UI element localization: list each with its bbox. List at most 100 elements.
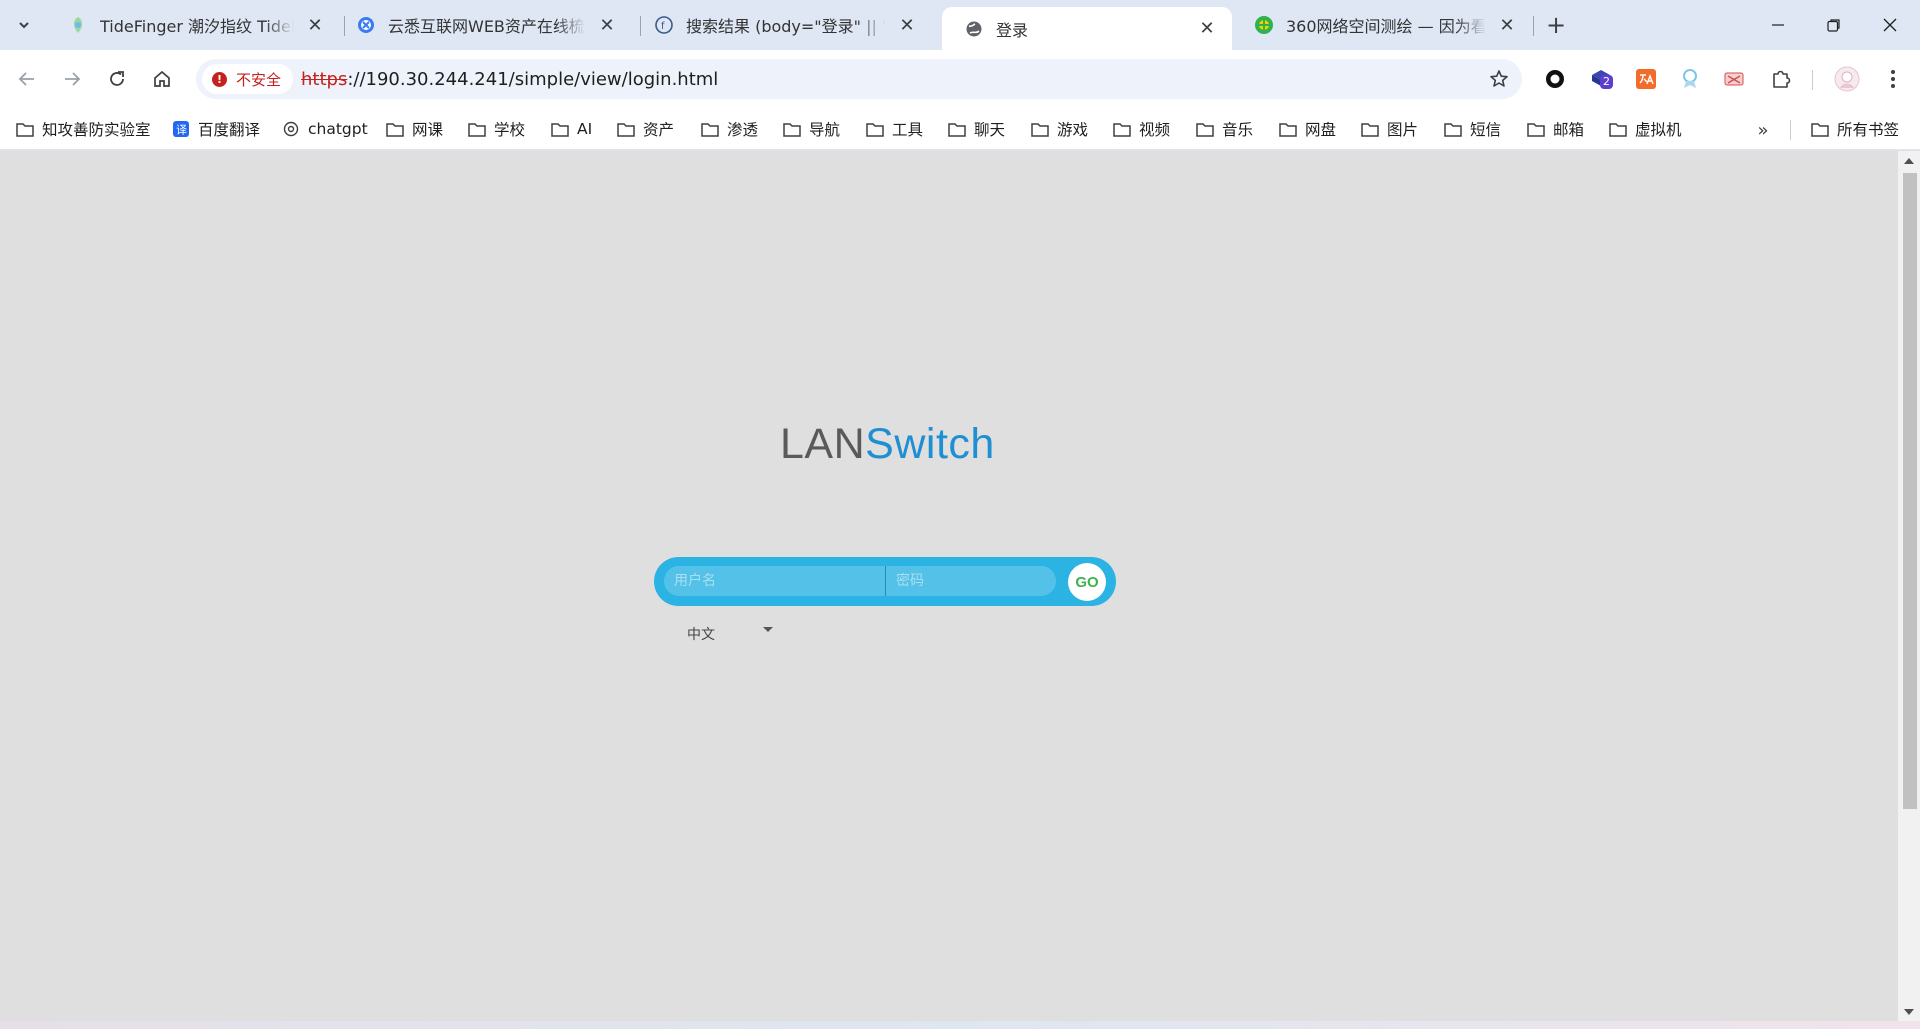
- folder-icon: [1609, 121, 1627, 137]
- bookmark-label: 聊天: [974, 121, 1006, 139]
- address-bar[interactable]: ! 不安全 https://190.30.244.241/simple/view…: [196, 59, 1522, 99]
- tidefinger-icon: [68, 15, 88, 35]
- bookmark-item[interactable]: 图片: [1361, 116, 1418, 142]
- username-input[interactable]: [664, 566, 884, 596]
- bookmark-label: 资产: [643, 121, 675, 139]
- bookmark-item[interactable]: 视频: [1113, 116, 1170, 142]
- tab-separator: [1533, 16, 1534, 36]
- bookmark-label: AI: [577, 120, 593, 138]
- all-bookmarks-label: 所有书签: [1837, 121, 1900, 139]
- password-input[interactable]: [885, 566, 1055, 596]
- arrow-right-icon: [65, 72, 81, 86]
- puzzle-icon: [1773, 70, 1791, 88]
- bookmark-item[interactable]: 音乐: [1196, 116, 1253, 142]
- scroll-down-arrow[interactable]: [1904, 1009, 1914, 1015]
- yunxi-icon: [356, 15, 376, 35]
- url-text[interactable]: https://190.30.244.241/simple/view/login…: [301, 69, 718, 90]
- bookmark-item[interactable]: 游戏: [1031, 116, 1088, 142]
- bookmark-item[interactable]: 网课: [386, 116, 443, 142]
- login-form: GO: [654, 557, 1116, 606]
- folder-icon: [1361, 121, 1379, 137]
- window-close-button[interactable]: [1862, 0, 1918, 50]
- bookmark-item[interactable]: 工具: [866, 116, 923, 142]
- forward-button[interactable]: [55, 62, 89, 96]
- back-button[interactable]: [10, 62, 44, 96]
- close-icon[interactable]: ✕: [896, 14, 918, 36]
- scroll-up-arrow[interactable]: [1904, 158, 1914, 164]
- minimize-button[interactable]: [1750, 0, 1806, 50]
- bookmark-item[interactable]: 邮箱: [1527, 116, 1584, 142]
- bookmark-item[interactable]: AI: [551, 116, 592, 142]
- bookmarks-separator: [1790, 120, 1791, 140]
- bookmark-label: 视频: [1139, 121, 1171, 139]
- bookmark-item[interactable]: chatgpt: [282, 116, 368, 142]
- tab-title: 登录: [996, 20, 1029, 40]
- folder-icon: [1444, 121, 1462, 137]
- bookmark-item[interactable]: 虚拟机: [1609, 116, 1682, 142]
- extensions-menu-button[interactable]: [1767, 65, 1795, 93]
- bookmark-item[interactable]: 资产: [617, 116, 674, 142]
- home-icon: [154, 70, 170, 87]
- translate-extension-icon: [1636, 69, 1656, 89]
- scroll-thumb[interactable]: [1903, 173, 1917, 809]
- bookmark-item[interactable]: 网盘: [1279, 116, 1336, 142]
- extension-ribbon-button[interactable]: [1676, 65, 1704, 93]
- tab-yunxi[interactable]: 云悉互联网WEB资产在线梳理| ✕: [334, 7, 632, 43]
- bookmark-item[interactable]: 短信: [1444, 116, 1501, 142]
- go-button[interactable]: GO: [1068, 563, 1106, 601]
- security-chip[interactable]: ! 不安全: [202, 64, 294, 94]
- bookmark-item[interactable]: 学校: [468, 116, 525, 142]
- bookmarks-overflow-button[interactable]: »: [1751, 118, 1775, 142]
- extension-badge: 2: [1600, 75, 1613, 89]
- bookmark-item[interactable]: 译百度翻译: [172, 116, 260, 142]
- language-select[interactable]: 中文: [687, 622, 777, 646]
- bookmark-label: 音乐: [1222, 121, 1254, 139]
- tab-search-button[interactable]: [8, 10, 40, 40]
- close-icon[interactable]: ✕: [1196, 18, 1218, 40]
- tab-title: 云悉互联网WEB资产在线梳理|: [388, 17, 586, 36]
- extension-mail-button[interactable]: [1720, 65, 1748, 93]
- url-scheme: https: [301, 69, 348, 90]
- extension-circle-button[interactable]: [1541, 65, 1569, 93]
- tab-360[interactable]: 360网络空间测绘 — 因为看见 ✕: [1232, 7, 1532, 43]
- bookmark-label: 学校: [494, 121, 526, 139]
- ribbon-extension-icon: [1683, 69, 1697, 88]
- folder-icon: [1113, 121, 1131, 137]
- folder-icon: [783, 121, 801, 137]
- home-button[interactable]: [145, 62, 179, 96]
- tab-strip: TideFinger 潮汐指纹 TideFinger ✕ 云悉互联网WEB资产在…: [0, 0, 1920, 50]
- browser-menu-button[interactable]: [1879, 65, 1907, 93]
- bookmark-label: 邮箱: [1553, 121, 1585, 139]
- folder-icon: [551, 121, 569, 137]
- lanswitch-logo: LANSwitch: [780, 420, 995, 469]
- bookmark-label: 渗透: [727, 121, 759, 139]
- chevron-down-icon: [19, 22, 29, 29]
- tab-fofa-search[interactable]: f 搜索结果 (body="登录" || "log ✕: [632, 7, 932, 43]
- profile-button[interactable]: [1833, 65, 1861, 93]
- page-scrollbar[interactable]: [1898, 151, 1920, 1021]
- bookmark-label: 网课: [412, 121, 444, 139]
- extension-translate-button[interactable]: [1632, 65, 1660, 93]
- bookmark-star-button[interactable]: [1486, 66, 1512, 92]
- close-icon[interactable]: ✕: [304, 14, 326, 36]
- globe-icon: [964, 19, 984, 39]
- extension-badge-button[interactable]: 2: [1588, 65, 1616, 93]
- tab-login-active[interactable]: 登录 ✕: [942, 7, 1232, 50]
- bookmark-item[interactable]: 聊天: [948, 116, 1005, 142]
- bookmark-label: 短信: [1470, 121, 1502, 139]
- tab-tidefinger[interactable]: TideFinger 潮汐指纹 TideFinger ✕: [46, 7, 340, 43]
- bookmark-item[interactable]: 知攻善防实验室: [16, 116, 151, 142]
- bookmark-item[interactable]: 渗透: [701, 116, 758, 142]
- tab-title: TideFinger 潮汐指纹 TideFinger: [100, 17, 294, 36]
- new-tab-button[interactable]: +: [1541, 10, 1571, 40]
- all-bookmarks-button[interactable]: 所有书签: [1811, 116, 1899, 142]
- reload-button[interactable]: [100, 62, 134, 96]
- close-icon[interactable]: ✕: [1496, 14, 1518, 36]
- bookmark-item[interactable]: 导航: [783, 116, 840, 142]
- bookmark-label: 知攻善防实验室: [42, 121, 151, 139]
- close-icon[interactable]: ✕: [596, 14, 618, 36]
- restore-button[interactable]: [1806, 0, 1862, 50]
- svg-text:译: 译: [176, 124, 187, 137]
- bookmark-label: 游戏: [1057, 121, 1089, 139]
- mail-extension-icon: [1724, 72, 1744, 86]
